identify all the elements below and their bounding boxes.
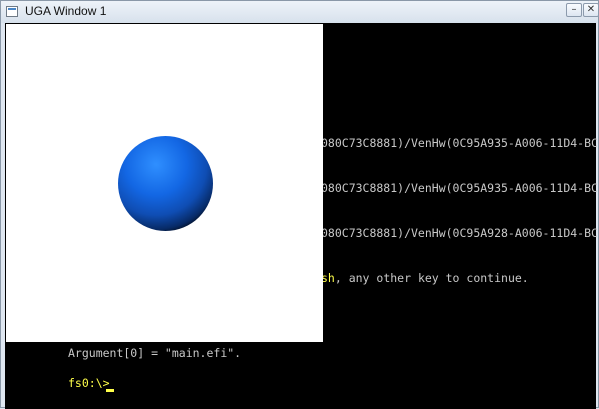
uga-window: UGA Window 1 – ✕ 080C73C8881)/VenHw(0C95… [0,0,599,409]
console-line: 080C73C8881)/VenHw(0C95A935-A006-11D4-BC [321,136,598,150]
prompt-rest: , any other key to continue. [334,271,529,285]
console-line: 080C73C8881)/VenHw(0C95A935-A006-11D4-BC [321,181,598,195]
argument-line: Argument[0] = "main.efi". [68,346,242,360]
prompt-highlight: sh [321,271,335,285]
window-title: UGA Window 1 [25,4,107,18]
minimize-icon[interactable]: – [566,3,582,17]
window-app-icon [6,6,18,17]
blue-sphere [118,136,213,231]
uga-graphics-surface [6,24,323,342]
text-cursor [106,389,114,392]
title-bar[interactable]: UGA Window 1 – ✕ [1,1,599,23]
shell-prompt: fs0:\> [68,376,110,390]
continue-prompt-line: sh, any other key to continue. [321,271,529,285]
console-line: 080C73C8881)/VenHw(0C95A928-A006-11D4-BC [321,226,598,240]
close-icon[interactable]: ✕ [583,3,599,17]
